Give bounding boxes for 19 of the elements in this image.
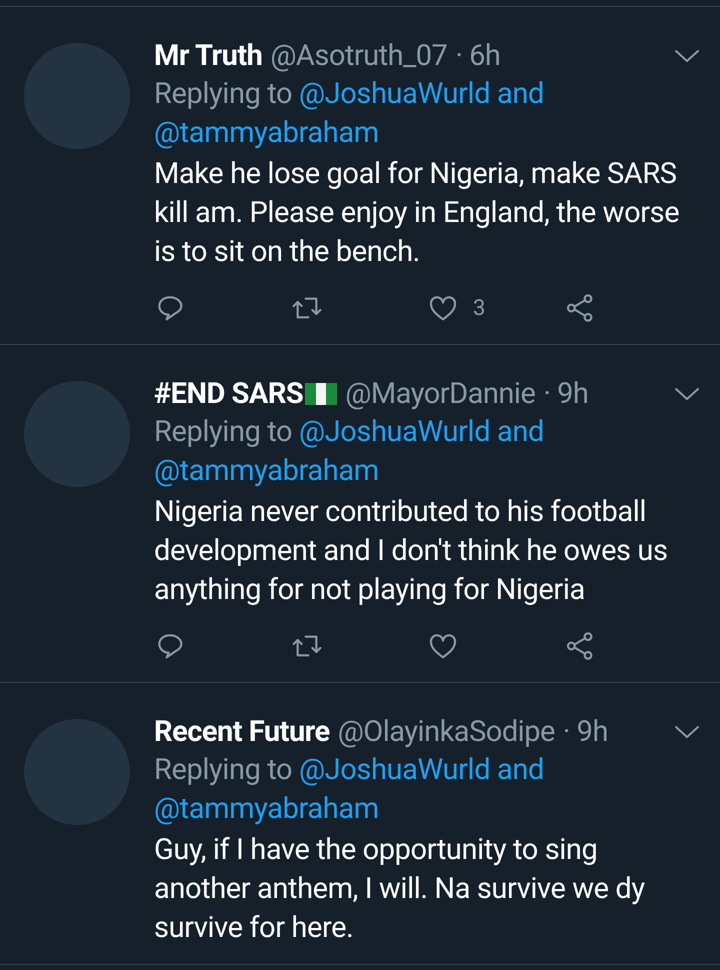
replying-to-text: Replying to @JoshuaWurld and @tammyabraham	[154, 414, 545, 490]
user-handle: @Asotruth_07	[270, 38, 448, 75]
caret-icon[interactable]	[674, 724, 700, 740]
tweet-text: Guy, if I have the opportunity to sing another anthem, I will. Na survive we dy survive for here.	[154, 832, 646, 947]
user-name: Recent Future	[154, 714, 330, 751]
user-handle: @MayorDannie	[345, 376, 536, 413]
user-name: Mr Truth	[154, 38, 262, 75]
timestamp: · 9h	[562, 714, 608, 751]
tweet-text: Nigeria never contributed to his football development and I don't think he owes us anything for not playing for Nigeria	[154, 494, 669, 609]
timestamp: · 6h	[455, 38, 500, 75]
user-handle: @OlayinkaSodipe	[338, 714, 555, 751]
like-count: 3	[473, 296, 486, 320]
user-name: #END SARS	[154, 376, 304, 413]
timestamp: · 9h	[543, 376, 588, 413]
tweet-text: Make he lose goal for Nigeria, make SARS kill am. Please enjoy in England, the worse is to sit on the bench.	[154, 156, 680, 271]
replying-to-text: Replying to @JoshuaWurld and @tammyabraham	[154, 76, 545, 152]
replying-to-text: Replying to @JoshuaWurld and @tammyabraham	[154, 752, 545, 828]
caret-icon[interactable]	[674, 48, 700, 64]
caret-icon[interactable]	[674, 386, 700, 402]
